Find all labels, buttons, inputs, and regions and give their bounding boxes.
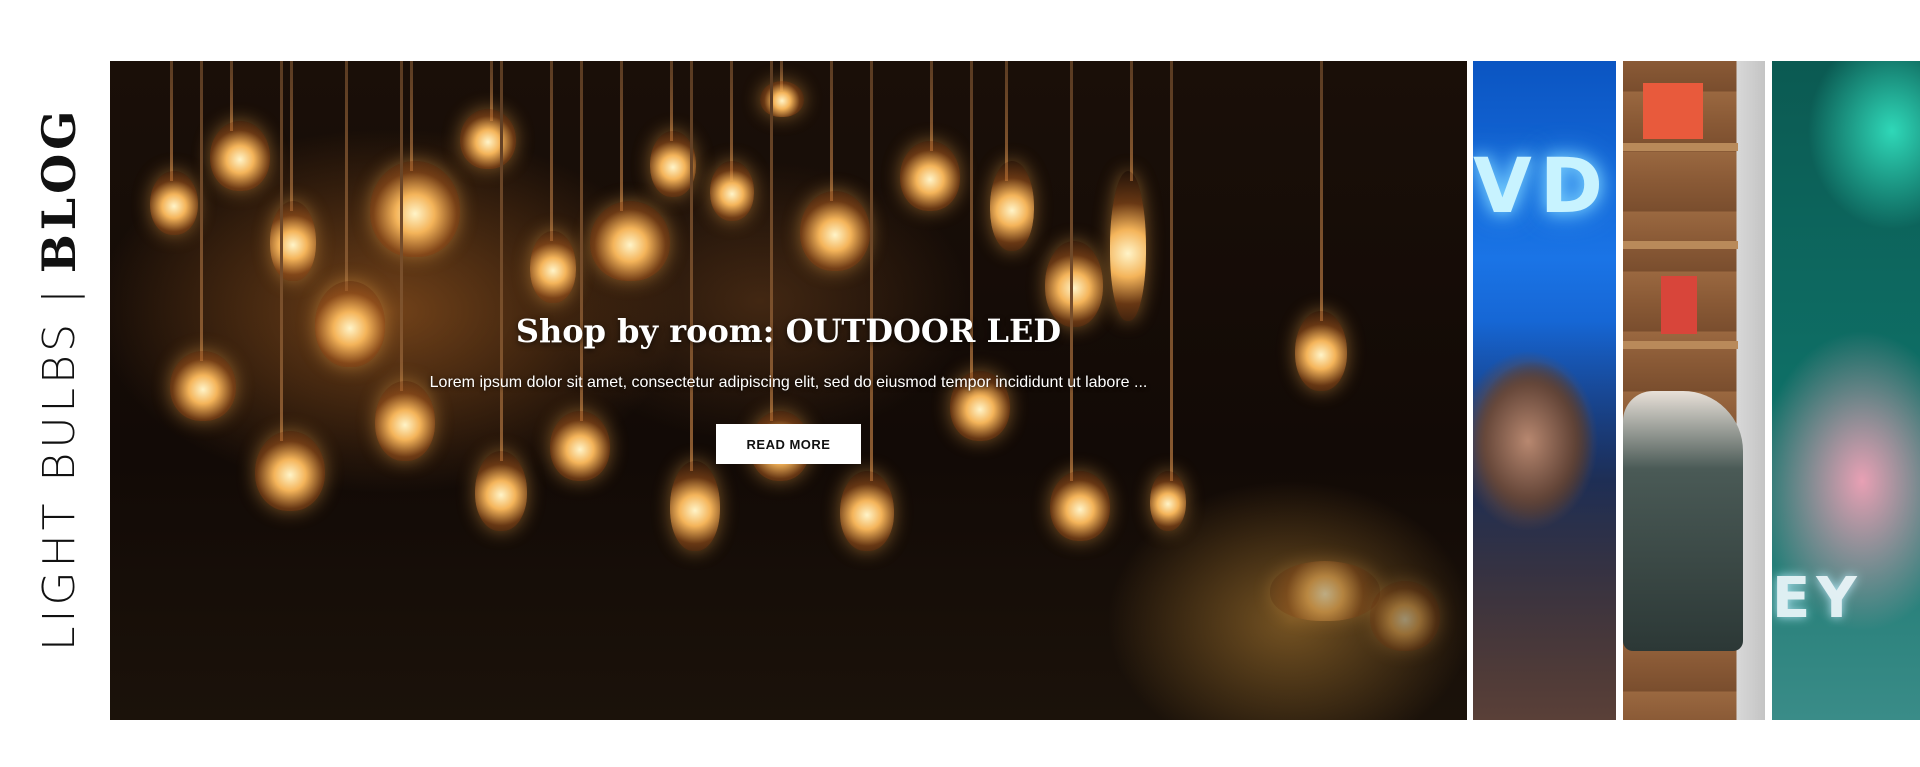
neon-letters-text: EY <box>1772 566 1863 631</box>
featured-post-slide[interactable]: Shop by room: OUTDOOR LED Lorem ipsum do… <box>110 61 1467 720</box>
section-title-light: LIGHT BULBS <box>33 319 85 651</box>
read-more-button[interactable]: READ MORE <box>716 424 861 464</box>
slide-title[interactable]: Shop by room: OUTDOOR LED <box>110 312 1467 350</box>
woman-portrait-photo <box>1473 321 1616 720</box>
slide-thumbnail-2[interactable] <box>1623 61 1765 720</box>
section-title-bold: BLOG <box>32 106 86 274</box>
slide-excerpt: Lorem ipsum dolor sit amet, consectetur … <box>429 374 1148 391</box>
reading-person-photo <box>1623 391 1743 651</box>
section-title-separator: | <box>33 289 85 304</box>
neon-sign-text: VD <box>1473 141 1611 230</box>
blog-section-title: LIGHT BULBS | BLOG <box>32 107 86 651</box>
slide-thumbnail-3[interactable]: EY <box>1772 61 1920 720</box>
slide-thumbnail-1[interactable]: VD <box>1473 61 1616 720</box>
